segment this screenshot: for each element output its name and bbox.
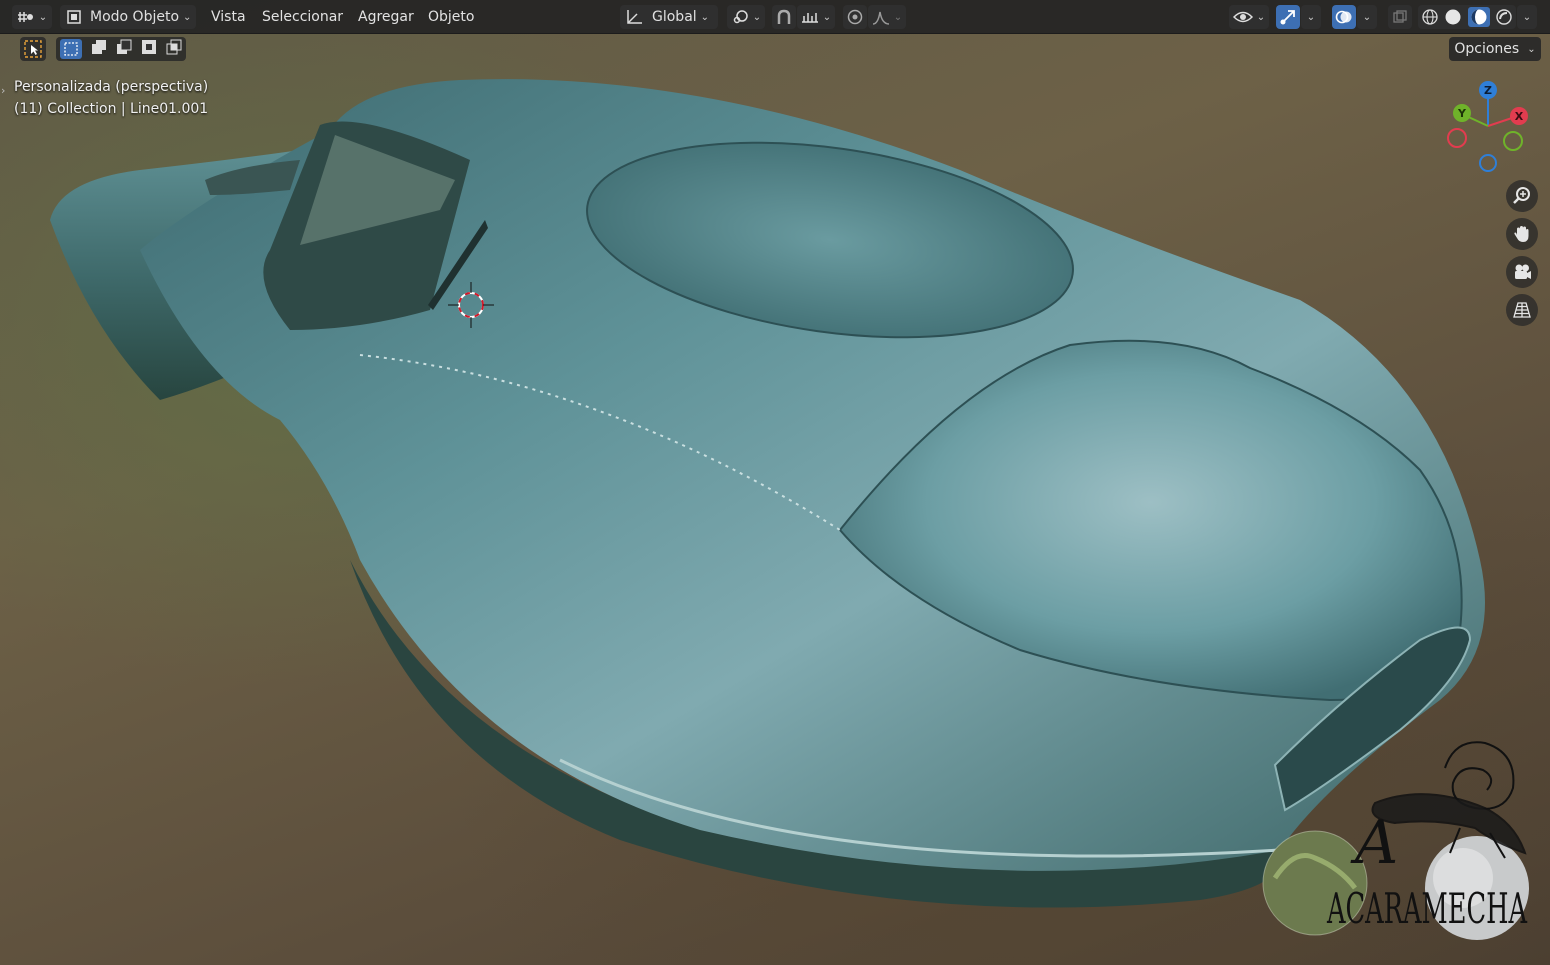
rendered-shading-icon	[1496, 9, 1512, 25]
wireframe-shading-icon	[1422, 9, 1438, 25]
shading-options-dropdown[interactable]: ⌄	[1517, 5, 1537, 29]
xray-toggle[interactable]	[1388, 5, 1412, 29]
select-new-icon	[64, 42, 79, 56]
menu-seleccionar[interactable]: Seleccionar	[262, 7, 343, 27]
snap-magnet-icon	[777, 9, 791, 24]
pivot-dropdown[interactable]: ⌄	[727, 5, 765, 29]
zoom-icon	[1513, 187, 1530, 204]
eye-visibility-icon	[1232, 11, 1253, 23]
wireframe-shading-button[interactable]	[1421, 8, 1439, 26]
visibility-dropdown[interactable]: ⌄	[1229, 5, 1269, 29]
editor-type-icon	[17, 12, 33, 22]
snap-toggle[interactable]	[772, 5, 796, 29]
options-label: Opciones	[1454, 41, 1520, 57]
select-extend-button[interactable]	[91, 39, 107, 59]
grid-perspective-icon	[1513, 302, 1531, 318]
select-new-button[interactable]	[60, 39, 83, 59]
toolbar-expand-arrow[interactable]: ›	[1, 84, 5, 97]
gizmo-axis-neg-y[interactable]	[1503, 131, 1523, 151]
solid-shading-icon	[1445, 9, 1461, 25]
falloff-dropdown[interactable]: ⌄	[868, 5, 906, 29]
select-cursor-icon	[24, 40, 42, 58]
options-dropdown[interactable]: Opciones ⌄	[1449, 37, 1541, 61]
select-invert-icon	[141, 40, 156, 54]
proportional-edit-toggle[interactable]	[843, 5, 867, 29]
gizmo-axis-neg-z[interactable]	[1479, 154, 1497, 172]
falloff-curve-icon	[872, 11, 889, 25]
overlay-options-dropdown[interactable]: ⌄	[1357, 5, 1377, 29]
menu-agregar[interactable]: Agregar	[358, 7, 414, 27]
watermark-text: ACARAMECHA	[1326, 884, 1527, 933]
transform-orientation-icon	[627, 10, 642, 24]
overlay-toggle-icon	[1335, 10, 1352, 24]
menu-vista[interactable]: Vista	[211, 7, 246, 27]
material-shading-button[interactable]	[1467, 7, 1490, 27]
select-intersect-button[interactable]	[166, 39, 182, 59]
shading-mode-group	[1418, 5, 1516, 29]
editor-type-dropdown[interactable]: ⌄	[12, 5, 52, 29]
transform-orientation-dropdown[interactable]: Global ⌄	[620, 5, 718, 29]
hand-pan-icon	[1514, 226, 1529, 242]
active-tool-select[interactable]	[20, 37, 46, 61]
gizmo-z-label: Z	[1484, 84, 1492, 97]
camera-icon	[1515, 264, 1531, 279]
mode-dropdown[interactable]: Modo Objeto ⌄	[60, 5, 196, 29]
view-name-label: Personalizada (perspectiva)	[14, 79, 209, 95]
viewport-header: ⌄ Modo Objeto ⌄ Vista Seleccionar Agrega…	[0, 0, 1550, 34]
gizmo-y-label: Y	[1457, 107, 1467, 120]
navigation-gizmo[interactable]: Z X Y	[1440, 78, 1540, 178]
mode-label: Modo Objeto	[90, 9, 180, 25]
selection-mode-group	[56, 37, 186, 61]
pivot-icon	[733, 10, 748, 24]
select-intersect-icon	[166, 39, 182, 55]
xray-icon	[1393, 10, 1407, 23]
snap-target-dropdown[interactable]: ⌄	[797, 5, 835, 29]
rendered-shading-button[interactable]	[1495, 8, 1513, 26]
orientation-label: Global	[652, 9, 697, 25]
collection-info-label: (11) Collection | Line01.001	[14, 101, 209, 117]
menu-objeto[interactable]: Objeto	[428, 7, 474, 27]
3d-viewport[interactable]: Personalizada (perspectiva) (11) Collect…	[0, 0, 1550, 965]
select-invert-button[interactable]	[141, 39, 157, 59]
object-mode-icon	[67, 10, 81, 24]
solid-shading-button[interactable]	[1444, 8, 1462, 26]
gizmo-axis-neg-x[interactable]	[1447, 128, 1467, 148]
camera-view-button[interactable]	[1506, 256, 1538, 288]
select-extend-icon	[92, 40, 107, 54]
snap-increment-icon	[801, 13, 818, 23]
gizmo-toggle-icon	[1280, 10, 1295, 25]
gizmo-x-label: X	[1515, 110, 1524, 123]
perspective-toggle-button[interactable]	[1506, 294, 1538, 326]
svg-text:A: A	[1350, 808, 1398, 878]
select-subtract-button[interactable]	[116, 39, 132, 59]
material-shading-icon	[1471, 9, 1487, 25]
gizmo-options-dropdown[interactable]: ⌄	[1301, 5, 1321, 29]
overlay-toggle[interactable]	[1332, 5, 1356, 29]
acaramecha-watermark-logo: A ACARAMECHA	[1262, 741, 1529, 940]
gizmo-toggle[interactable]	[1276, 5, 1300, 29]
select-subtract-icon	[116, 39, 132, 54]
viewport-info-overlay: Personalizada (perspectiva) (11) Collect…	[14, 76, 208, 120]
pan-button[interactable]	[1506, 218, 1538, 250]
proportional-edit-icon	[847, 9, 863, 25]
zoom-button[interactable]	[1506, 180, 1538, 212]
